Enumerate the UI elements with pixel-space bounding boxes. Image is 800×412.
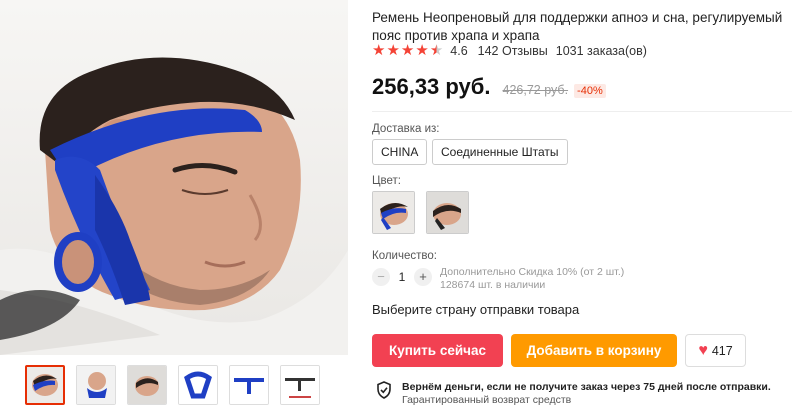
thumbnail-1[interactable]: [25, 365, 65, 405]
quantity-note: Дополнительно Скидка 10% (от 2 шт.) 1286…: [440, 266, 624, 292]
bulk-discount-text: Дополнительно Скидка 10% (от 2 шт.): [440, 266, 625, 278]
buyer-protection: Вернём деньги, если не получите заказ че…: [376, 381, 771, 407]
divider: [372, 111, 792, 112]
rating-stars: ★ ★ ★ ★ ★: [372, 43, 444, 58]
guarantee-title: Вернём деньги, если не получите заказ че…: [402, 381, 771, 393]
quantity-stepper: − 1 +: [372, 268, 432, 286]
main-product-image[interactable]: [0, 0, 348, 355]
rating-value: 4.6: [450, 43, 468, 58]
delivery-label: Доставка из:: [372, 123, 440, 135]
product-gallery: [0, 0, 348, 412]
ship-from-us-button[interactable]: Соединенные Штаты: [432, 139, 568, 165]
discount-badge: -40%: [574, 84, 606, 98]
increase-quantity-button[interactable]: +: [414, 268, 432, 286]
orders-count: 1031 заказа(ов): [555, 43, 647, 58]
thumbnail-5[interactable]: [229, 365, 269, 405]
thumbnail-strip: [25, 365, 320, 405]
color-option-2[interactable]: [426, 191, 469, 234]
star-icon: ★: [415, 42, 429, 59]
thumbnail-2[interactable]: [76, 365, 116, 405]
old-price: 426,72 руб.: [502, 83, 569, 97]
reviews-link[interactable]: 142 Отзывы: [478, 44, 548, 58]
thumbnail-6[interactable]: [280, 365, 320, 405]
add-to-cart-button[interactable]: Добавить в корзину: [511, 334, 677, 367]
heart-icon: ♥: [698, 341, 708, 359]
thumbnail-3[interactable]: [127, 365, 167, 405]
ship-from-china-button[interactable]: CHINA: [372, 139, 428, 165]
color-option-1[interactable]: [372, 191, 415, 234]
buy-now-button[interactable]: Купить сейчас: [372, 334, 503, 367]
quantity-input[interactable]: 1: [390, 270, 414, 284]
stock-text: 128674 шт. в наличии: [440, 279, 546, 291]
thumbnail-4[interactable]: [178, 365, 218, 405]
star-icon: ★: [386, 42, 400, 59]
decrease-quantity-button[interactable]: −: [372, 268, 390, 286]
half-star-icon: ★: [429, 42, 444, 59]
star-icon: ★: [400, 42, 415, 59]
wishlist-button[interactable]: ♥ 417: [685, 334, 746, 367]
product-title: Ремень Неопреновый для поддержки апноэ и…: [372, 10, 783, 43]
color-label: Цвет:: [372, 175, 401, 187]
rating-row: ★ ★ ★ ★ ★ 4.6 142 Отзывы 1031 заказа(ов): [372, 43, 647, 58]
guarantee-subtitle: Гарантированный возврат средств: [402, 394, 572, 406]
quantity-label: Количество:: [372, 250, 437, 262]
guarantee-text: Вернём деньги, если не получите заказ че…: [402, 381, 771, 407]
star-icon: ★: [372, 42, 386, 59]
current-price: 256,33 руб.: [372, 74, 491, 99]
shield-check-icon: [376, 381, 392, 407]
wishlist-count: 417: [711, 343, 733, 358]
price-row: 256,33 руб. 426,72 руб. -40%: [372, 74, 606, 100]
shipping-prompt: Выберите страну отправки товара: [372, 302, 580, 317]
